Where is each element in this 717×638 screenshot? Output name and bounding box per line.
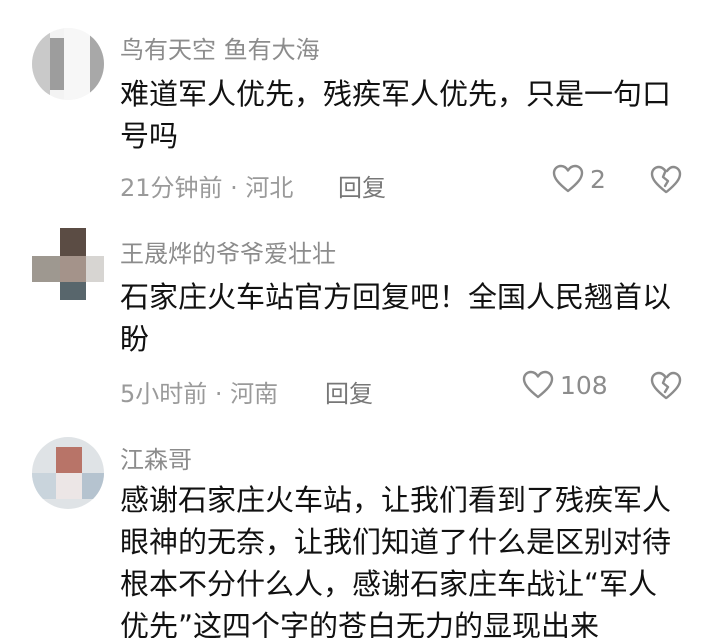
broken-heart-icon <box>650 371 682 400</box>
like-button[interactable]: 108 <box>522 370 608 400</box>
avatar[interactable] <box>32 228 104 300</box>
like-button[interactable]: 2 <box>552 164 606 194</box>
avatar[interactable] <box>32 437 104 509</box>
like-count: 2 <box>590 164 606 194</box>
comment-text: 感谢石家庄火车站，让我们看到了残疾军人眼神的无奈，让我们知道了什么是区别对待根本… <box>120 483 672 638</box>
like-count: 108 <box>560 370 608 400</box>
comment-username[interactable]: 王晟烨的爷爷爱壮壮 <box>120 234 336 269</box>
reply-button[interactable]: 回复 <box>325 374 373 409</box>
comment-username[interactable]: 鸟有天空 鱼有大海 <box>120 30 320 65</box>
comment-meta: 21分钟前 · 河北 <box>120 174 294 202</box>
reply-button[interactable]: 回复 <box>338 168 386 203</box>
comment-username[interactable]: 江森哥 <box>120 440 192 475</box>
comment-text: 难道军人优先，残疾军人优先，只是一句口号吗 <box>120 77 672 153</box>
heart-outline-icon <box>522 370 554 399</box>
dislike-button[interactable] <box>650 370 682 402</box>
dislike-button[interactable] <box>650 164 682 196</box>
comment-text: 石家庄火车站官方回复吧！全国人民翘首以盼 <box>120 280 672 356</box>
avatar[interactable] <box>32 28 104 100</box>
comment-meta: 5小时前 · 河南 <box>120 380 279 408</box>
broken-heart-icon <box>650 165 682 194</box>
heart-outline-icon <box>552 164 584 193</box>
